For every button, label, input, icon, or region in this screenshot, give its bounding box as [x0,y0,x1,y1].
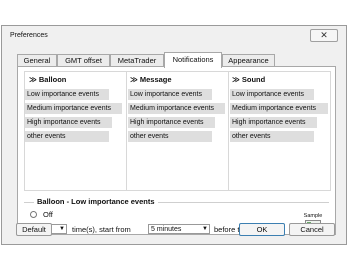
column-divider [228,72,229,190]
sound-low-item[interactable]: Low importance events [230,89,314,100]
message-low-item[interactable]: Low importance events [128,89,212,100]
message-other-item[interactable]: other events [128,131,212,142]
sound-high-item[interactable]: High importance events [230,117,317,128]
chevron-icon: ≫ [232,75,240,84]
tab-appearance[interactable]: Appearance [222,54,275,66]
start-from-value: 5 minutes [151,226,182,233]
balloon-other-item[interactable]: other events [25,131,109,142]
sound-column-header[interactable]: ≫ Sound [232,75,265,84]
notifications-panel: ≫ Balloon Low importance events Medium im… [17,66,336,235]
ok-button[interactable]: OK [239,223,285,236]
message-medium-item[interactable]: Medium importance events [128,103,225,114]
message-column-label: Message [139,75,172,84]
tab-general[interactable]: General [17,54,57,66]
close-button[interactable]: ✕ [310,29,338,42]
balloon-column-label: Balloon [38,75,67,84]
group-title: Balloon - Low importance events [34,197,158,206]
chevron-icon: ≫ [130,75,138,84]
tab-gmt-offset[interactable]: GMT offset [57,54,110,66]
off-radio[interactable] [30,211,37,218]
sound-medium-item[interactable]: Medium importance events [230,103,328,114]
chevron-down-icon: ▼ [59,226,65,232]
balloon-column: ≫ Balloon Low importance events Medium im… [25,72,126,190]
message-high-item[interactable]: High importance events [128,117,215,128]
times-label: time(s), start from [72,225,131,234]
default-button[interactable]: Default [16,223,52,236]
tab-notifications[interactable]: Notifications [164,52,222,68]
column-divider [126,72,127,190]
chevron-icon: ≫ [29,75,37,84]
balloon-medium-item[interactable]: Medium importance events [25,103,122,114]
title-bar: Preferences ✕ [2,26,346,42]
off-label: Off [43,210,53,219]
sound-column: ≫ Sound Low importance events Medium impo… [230,72,330,190]
message-column-header[interactable]: ≫ Message [130,75,172,84]
notification-types-grid: ≫ Balloon Low importance events Medium im… [24,71,331,191]
chevron-down-icon: ▼ [202,226,208,232]
balloon-column-header[interactable]: ≫ Balloon [29,75,66,84]
sample-label: Sample [303,213,323,219]
start-from-select[interactable]: 5 minutes ▼ [148,224,210,234]
message-column: ≫ Message Low importance events Medium im… [128,72,229,190]
balloon-low-item[interactable]: Low importance events [25,89,109,100]
sound-other-item[interactable]: other events [230,131,314,142]
dialog-title: Preferences [10,32,48,39]
cancel-button[interactable]: Cancel [289,223,335,236]
tab-metatrader[interactable]: MetaTrader [110,54,164,66]
preferences-dialog: Preferences ✕ General GMT offset MetaTra… [1,25,347,245]
balloon-high-item[interactable]: High importance events [25,117,112,128]
sound-column-label: Sound [241,75,266,84]
